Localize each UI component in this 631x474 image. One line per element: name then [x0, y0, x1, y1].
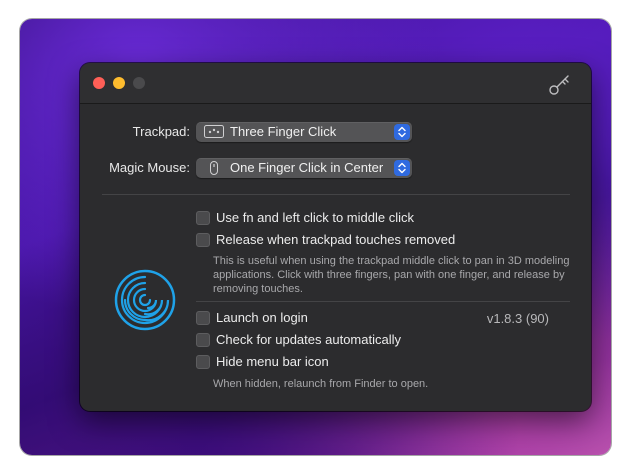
settings-divider: [196, 301, 570, 302]
chevron-updown-icon: [394, 124, 410, 140]
checkbox[interactable]: [196, 355, 210, 369]
checkbox[interactable]: [196, 233, 210, 247]
trackpad-dots-icon: [204, 125, 224, 138]
key-icon[interactable]: [547, 71, 573, 97]
trackpad-popup[interactable]: Three Finger Click: [196, 122, 412, 142]
mouse-icon: [210, 161, 218, 175]
option-label: Use fn and left click to middle click: [216, 210, 414, 225]
app-window: Trackpad: Three Finger Click Magic Mouse…: [80, 63, 591, 411]
release-note: This is useful when using the trackpad m…: [213, 255, 570, 295]
option-label: Release when trackpad touches removed: [216, 232, 456, 247]
magic-mouse-selected: One Finger Click in Center: [230, 160, 384, 175]
setting-label: Hide menu bar icon: [216, 354, 329, 369]
hide-note: When hidden, relaunch from Finder to ope…: [213, 378, 429, 390]
section-divider: [102, 194, 570, 195]
setting-label: Check for updates automatically: [216, 332, 401, 347]
chevron-updown-icon: [394, 160, 410, 176]
trackpad-selected: Three Finger Click: [230, 124, 337, 139]
minimize-button[interactable]: [113, 77, 125, 89]
desktop-wallpaper: Trackpad: Three Finger Click Magic Mouse…: [20, 19, 611, 455]
close-button[interactable]: [93, 77, 105, 89]
titlebar: [80, 63, 591, 104]
middle-logo-icon: [114, 269, 176, 331]
version-label: v1.8.3 (90): [486, 311, 549, 326]
zoom-button[interactable]: [133, 77, 145, 89]
checkbox[interactable]: [196, 333, 210, 347]
magic-mouse-label: Magic Mouse:: [109, 160, 190, 175]
checkbox[interactable]: [196, 311, 210, 325]
checkbox[interactable]: [196, 211, 210, 225]
trackpad-label: Trackpad:: [132, 124, 190, 139]
magic-mouse-popup[interactable]: One Finger Click in Center: [196, 158, 412, 178]
setting-label: Launch on login: [216, 310, 308, 325]
